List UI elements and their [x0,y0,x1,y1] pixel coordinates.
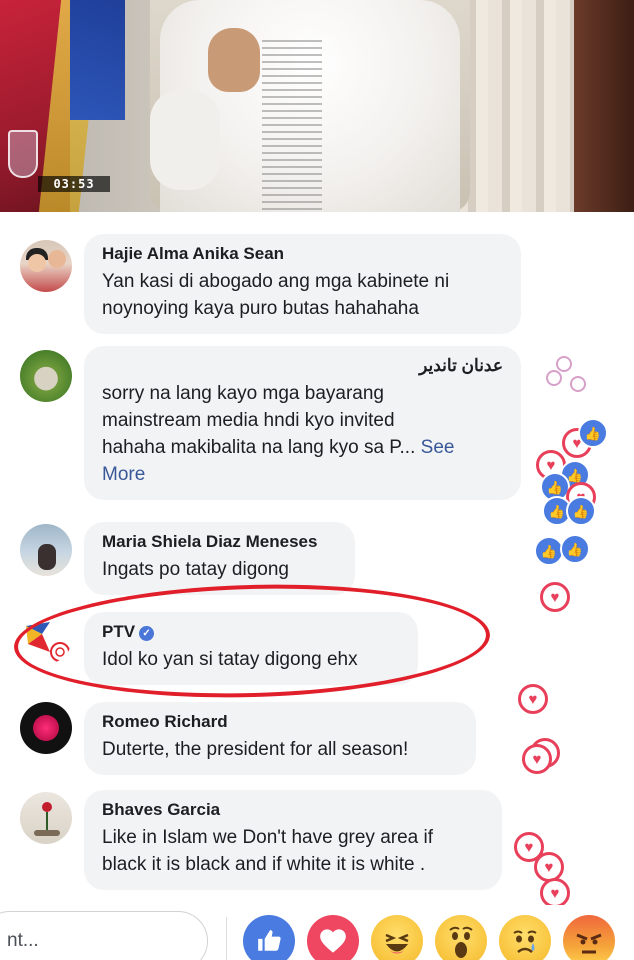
sad-face [513,930,537,953]
comment-bubble: Bhaves Garcia Like in Islam we Don't hav… [84,790,502,890]
avatar-face [28,254,46,272]
comment-line: noynoying kaya puro butas hahahaha [102,298,419,319]
wow-face [449,926,473,958]
commenter-name[interactable]: PTV ✓ [102,621,400,643]
heart-icon: ♥ [534,852,564,882]
dark-curtain-edge [574,0,634,212]
thumbs-up-icon: 👍 [560,534,590,564]
heart-icon: ♥ [522,744,552,774]
comment-line-text: hahaha makibalita na lang kyo sa P... [102,437,416,458]
comment-line: hahaha makibalita na lang kyo sa P... Se… [102,434,503,461]
comment-text: Yan kasi di abogado ang mga kabinete ni … [102,268,503,322]
angry-face [576,933,602,954]
avatar[interactable] [20,702,72,754]
heart-icon: ♥ [540,582,570,612]
heart-icon [570,376,586,392]
laughing-face-icon[interactable] [371,915,423,960]
reaction-bar: nt... [0,905,634,960]
commenter-name[interactable]: Romeo Richard [102,711,458,733]
comment-text: Idol ko yan si tatay digong ehx [102,649,358,670]
thumbs-up-icon: 👍 [566,496,596,526]
commenter-name[interactable]: Hajie Alma Anika Sean [102,243,503,265]
surprised-face-icon[interactable] [435,915,487,960]
avatar-rose [42,802,52,812]
avatar-stem [46,812,48,832]
like-reaction-button[interactable] [243,915,295,960]
commenter-name[interactable]: Bhaves Garcia [102,799,484,821]
avatar[interactable] [20,350,72,402]
avatar[interactable] [20,240,72,292]
comment-line: black it is black and if white it is whi… [102,854,426,875]
angry-face-icon[interactable] [563,915,615,960]
heart-icon [546,370,562,386]
speaker-hand [208,28,260,92]
comment-text: Duterte, the president for all season! [102,739,409,760]
video-timestamp: 03:53 [38,176,110,192]
comment-line: sorry na lang kayo mga bayarang [102,383,384,404]
comment-input[interactable]: nt... [0,911,208,960]
see-more-link[interactable]: More [102,461,503,488]
verified-badge-icon: ✓ [139,626,155,641]
comment-text: sorry na lang kayo mga bayarang mainstre… [102,380,503,488]
avatar-vase [34,830,60,836]
live-video-player[interactable]: 03:53 [0,0,634,212]
comment-bubble: Hajie Alma Anika Sean Yan kasi di abogad… [84,234,521,334]
heart-icon [320,929,346,953]
thumbs-up-icon [556,356,572,372]
heart-icon: ♥ [518,684,548,714]
comment-line: Like in Islam we Don't have grey area if [102,827,434,848]
comment-line: mainstream media hndi kyo invited [102,410,395,431]
thumbs-up-icon [258,930,281,951]
avatar[interactable] [20,524,72,576]
comment-bubble: Romeo Richard Duterte, the president for… [84,702,476,775]
haha-face [385,933,409,954]
comment-text: Ingats po tatay digong [102,559,289,580]
avatar-flower [33,715,59,741]
see-more-link[interactable]: See [421,437,455,458]
divider [226,917,227,960]
comment-bubble: Maria Shiela Diaz Meneses Ingats po tata… [84,522,355,595]
speaker-arm [150,90,220,190]
commenter-name[interactable]: Maria Shiela Diaz Meneses [102,531,337,553]
comment-line: Yan kasi di abogado ang mga kabinete ni [102,271,450,292]
commenter-name-text: PTV [102,622,136,641]
avatar[interactable] [20,792,72,844]
ptv-logo-icon [26,622,70,662]
commenter-name[interactable]: عدنان تاندير [102,355,503,377]
water-glass [8,130,38,178]
comment-bubble: PTV ✓ Idol ko yan si tatay digong ehx [84,612,418,685]
flag-blue-stripe [70,0,125,120]
avatar-face [48,250,66,268]
sad-face-icon[interactable] [499,915,551,960]
avatar-figure [38,544,56,570]
avatar[interactable] [20,612,72,664]
comment-text: Like in Islam we Don't have grey area if… [102,824,484,878]
heart-icon: ♥ [540,878,570,908]
love-reaction-button[interactable] [307,915,359,960]
comment-bubble: عدنان تاندير sorry na lang kayo mga baya… [84,346,521,500]
thumbs-up-icon: 👍 [578,418,608,448]
barong-embroidery [262,40,322,212]
